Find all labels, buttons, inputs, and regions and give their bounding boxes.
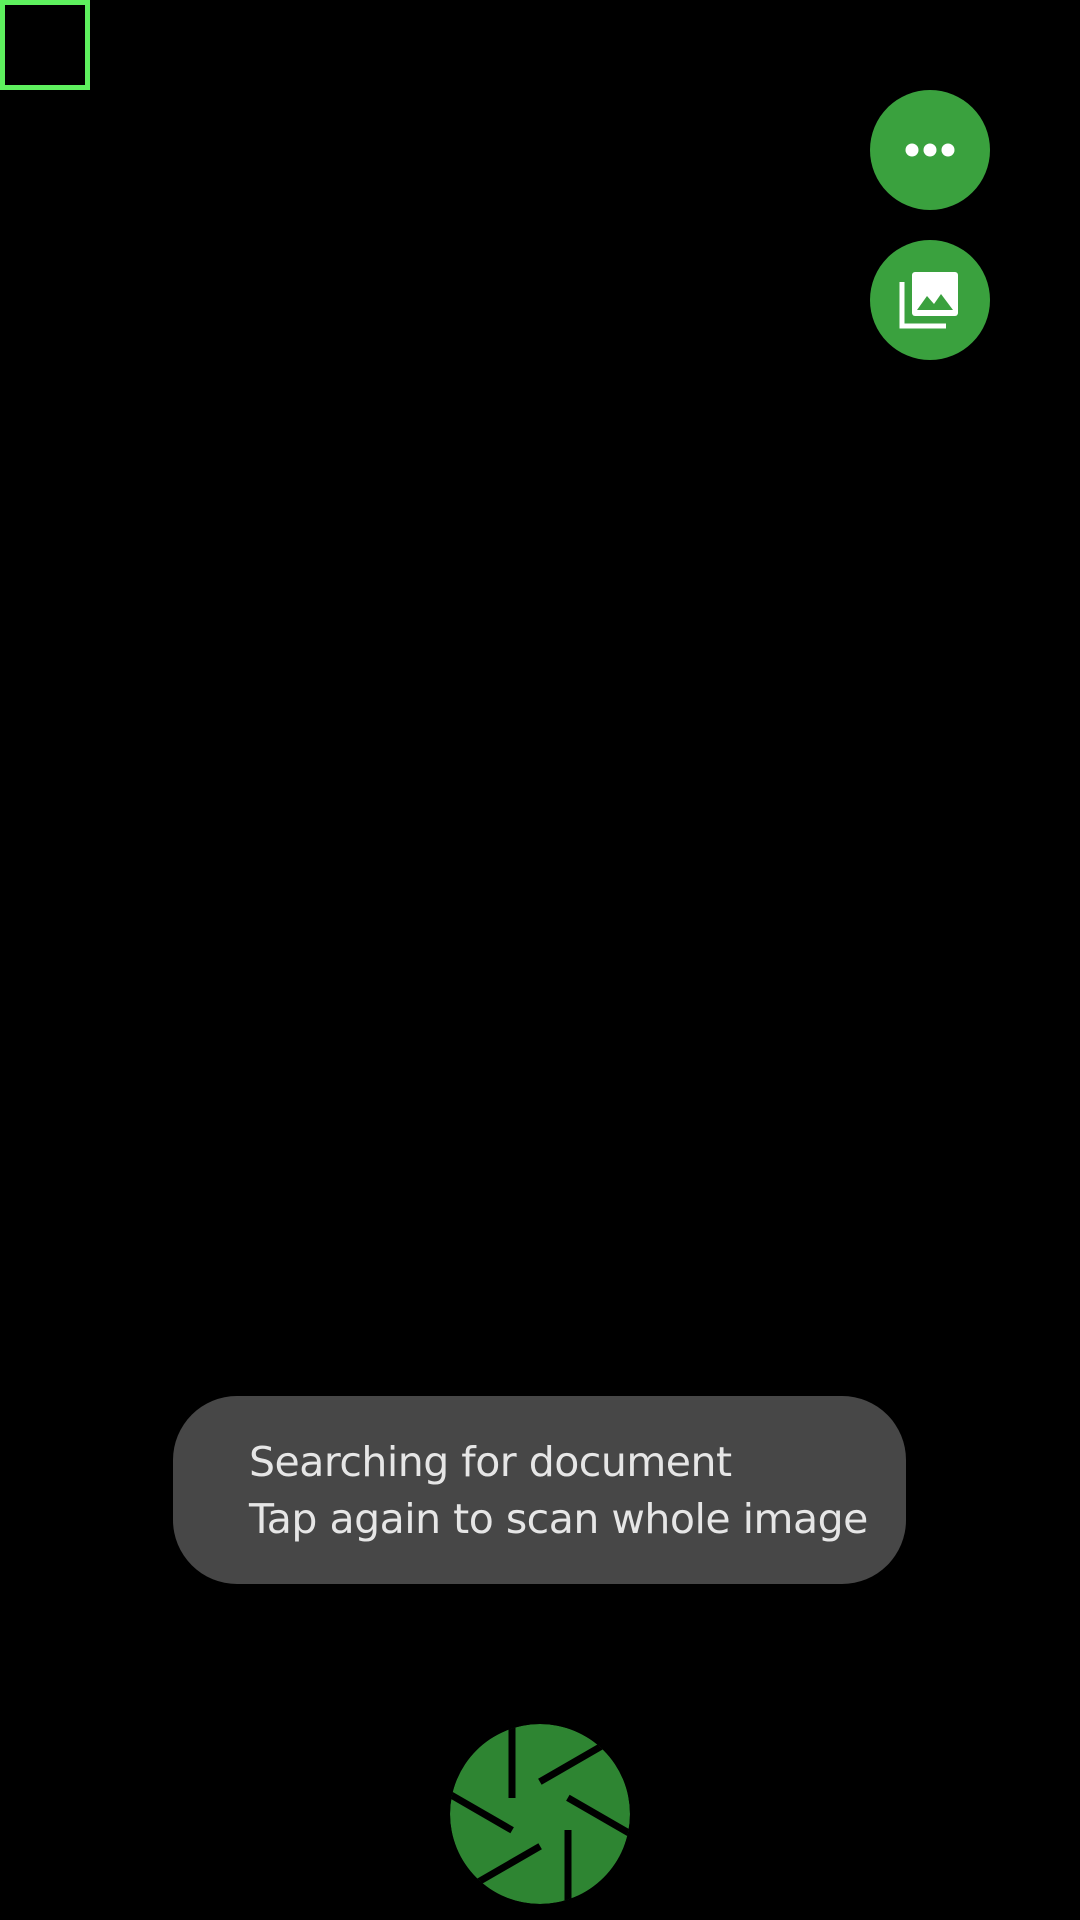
more-horiz-icon <box>905 143 955 157</box>
more-options-button[interactable] <box>870 90 990 210</box>
document-detection-frame <box>0 0 90 90</box>
camera-aperture-icon <box>450 1724 630 1904</box>
status-toast: Searching for document Tap again to scan… <box>173 1396 906 1584</box>
photo-library-icon <box>899 272 958 329</box>
toast-line-2: Tap again to scan whole image <box>249 1495 868 1543</box>
capture-shutter-button[interactable] <box>448 1722 632 1906</box>
gallery-import-button[interactable] <box>870 240 990 360</box>
camera-viewfinder[interactable]: Searching for document Tap again to scan… <box>0 0 1080 1920</box>
toast-line-1: Searching for document <box>249 1438 732 1486</box>
